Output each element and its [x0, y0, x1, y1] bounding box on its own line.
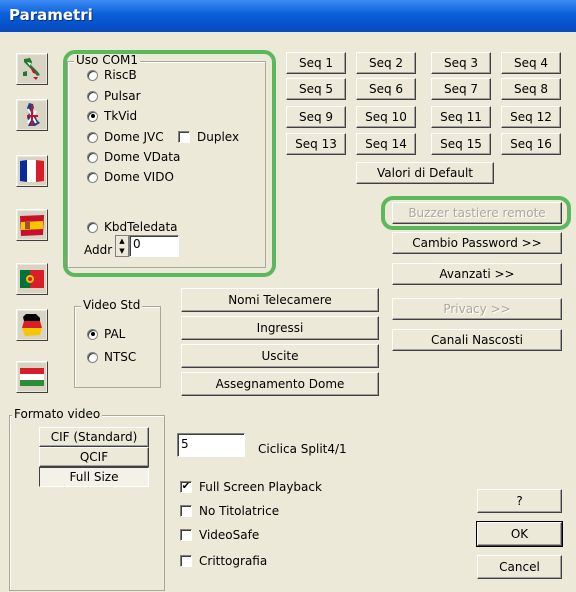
- addr-spinner[interactable]: ▲ ▼: [115, 235, 129, 257]
- option-label: KbdTeledata: [104, 220, 178, 234]
- privacy-button[interactable]: Privacy >>: [392, 298, 562, 320]
- seq-13-button[interactable]: Seq 13: [286, 133, 346, 155]
- seq-15-button[interactable]: Seq 15: [431, 133, 491, 155]
- format-cif-button[interactable]: CIF (Standard): [39, 427, 149, 447]
- formato-video-label: Formato video: [12, 407, 103, 421]
- default-values-button[interactable]: Valori di Default: [356, 162, 494, 184]
- checkbox-icon[interactable]: [178, 131, 190, 143]
- seq-9-button[interactable]: Seq 9: [286, 106, 346, 128]
- checkbox-label: Crittografia: [199, 554, 268, 568]
- format-qcif-button[interactable]: QCIF: [39, 447, 149, 467]
- ok-button[interactable]: OK: [476, 521, 563, 547]
- seq-5-button[interactable]: Seq 5: [286, 78, 346, 100]
- seq-14-button[interactable]: Seq 14: [356, 133, 416, 155]
- spin-down-icon[interactable]: ▼: [116, 246, 128, 256]
- com1-option-pulsar[interactable]: Pulsar: [87, 89, 141, 103]
- format-full-size-button[interactable]: Full Size: [39, 467, 149, 487]
- radio-checked-icon[interactable]: [87, 328, 98, 340]
- seq-8-button[interactable]: Seq 8: [501, 78, 561, 100]
- checkbox-icon[interactable]: [180, 529, 192, 541]
- seq-7-button[interactable]: Seq 7: [431, 78, 491, 100]
- spain-flag-icon[interactable]: [16, 209, 48, 241]
- duplex-label: Duplex: [197, 130, 240, 144]
- checkbox-icon[interactable]: [180, 555, 192, 567]
- split-input[interactable]: 5: [177, 433, 245, 457]
- com1-option-dome-vdata[interactable]: Dome VData: [87, 150, 180, 164]
- videosafe-checkbox[interactable]: VideoSafe: [180, 528, 259, 542]
- seq-2-button[interactable]: Seq 2: [356, 52, 416, 74]
- option-label: Pulsar: [104, 89, 141, 103]
- checkbox-label: No Titolatrice: [199, 504, 280, 518]
- help-button[interactable]: ?: [477, 489, 562, 513]
- italy-flag-icon[interactable]: [16, 53, 48, 85]
- split-label: Ciclica Split4/1: [258, 442, 347, 456]
- portugal-flag-icon[interactable]: [16, 263, 48, 295]
- radio-checked-icon[interactable]: [87, 110, 98, 122]
- buzzer-button[interactable]: Buzzer tastiere remote: [392, 202, 562, 224]
- france-flag-icon[interactable]: [16, 155, 48, 187]
- com1-group-label: Uso COM1: [74, 53, 141, 67]
- video-std-ntsc[interactable]: NTSC: [87, 350, 136, 364]
- addr-label: Addr: [84, 243, 113, 257]
- seq-16-button[interactable]: Seq 16: [501, 133, 561, 155]
- seq-10-button[interactable]: Seq 10: [356, 106, 416, 128]
- radio-icon[interactable]: [87, 351, 98, 363]
- crittografia-checkbox[interactable]: Crittografia: [180, 554, 267, 568]
- cancel-button[interactable]: Cancel: [477, 555, 562, 579]
- camera-names-button[interactable]: Nomi Telecamere: [181, 288, 379, 312]
- duplex-checkbox[interactable]: Duplex: [178, 130, 239, 144]
- seq-4-button[interactable]: Seq 4: [501, 52, 561, 74]
- com1-option-dome-jvc[interactable]: Dome JVC: [87, 130, 164, 144]
- advanced-button[interactable]: Avanzati >>: [392, 263, 562, 285]
- uk-flag-icon[interactable]: [16, 99, 48, 131]
- option-label: PAL: [104, 327, 126, 341]
- option-label: Dome JVC: [104, 130, 164, 144]
- com1-option-dome-vido[interactable]: Dome VIDO: [87, 170, 174, 184]
- radio-icon[interactable]: [87, 151, 98, 163]
- spin-up-icon[interactable]: ▲: [116, 236, 128, 246]
- radio-icon[interactable]: [87, 221, 98, 233]
- parametri-dialog: Parametri Uso COM1 RiscB Pulsar TkVid Do…: [0, 0, 576, 592]
- radio-icon[interactable]: [87, 171, 98, 183]
- change-password-button[interactable]: Cambio Password >>: [392, 232, 562, 254]
- seq-6-button[interactable]: Seq 6: [356, 78, 416, 100]
- option-label: Dome VIDO: [104, 170, 174, 184]
- option-label: Dome VData: [104, 150, 181, 164]
- full-screen-playback-checkbox[interactable]: ✔ Full Screen Playback: [180, 480, 322, 494]
- germany-flag-icon[interactable]: [16, 309, 48, 341]
- window-title: Parametri: [9, 6, 93, 24]
- hungary-flag-icon[interactable]: [16, 361, 48, 393]
- seq-1-button[interactable]: Seq 1: [286, 52, 346, 74]
- outputs-button[interactable]: Uscite: [181, 344, 379, 368]
- radio-icon[interactable]: [87, 131, 98, 143]
- checkbox-icon[interactable]: [180, 505, 192, 517]
- com1-option-riscb[interactable]: RiscB: [87, 68, 137, 82]
- seq-11-button[interactable]: Seq 11: [431, 106, 491, 128]
- option-label: NTSC: [104, 350, 137, 364]
- radio-icon[interactable]: [87, 90, 98, 102]
- title-bar[interactable]: Parametri: [0, 0, 576, 32]
- dialog-client: Uso COM1 RiscB Pulsar TkVid Dome JVC Dup…: [4, 32, 572, 591]
- option-label: TkVid: [104, 109, 138, 123]
- com1-option-kbdteledata[interactable]: KbdTeledata: [87, 220, 178, 234]
- inputs-button[interactable]: Ingressi: [181, 316, 379, 340]
- checkbox-checked-icon[interactable]: ✔: [180, 481, 192, 493]
- video-std-label: Video Std: [81, 298, 143, 312]
- option-label: RiscB: [104, 68, 137, 82]
- video-std-group: Video Std: [74, 298, 161, 388]
- addr-input[interactable]: 0: [129, 235, 179, 257]
- video-std-pal[interactable]: PAL: [87, 327, 125, 341]
- checkbox-label: VideoSafe: [199, 528, 260, 542]
- com1-option-tkvid[interactable]: TkVid: [87, 109, 137, 123]
- radio-icon[interactable]: [87, 69, 98, 81]
- seq-12-button[interactable]: Seq 12: [501, 106, 561, 128]
- no-titolatrice-checkbox[interactable]: No Titolatrice: [180, 504, 279, 518]
- dome-assign-button[interactable]: Assegnamento Dome: [181, 372, 379, 396]
- hidden-channels-button[interactable]: Canali Nascosti: [392, 329, 562, 351]
- seq-3-button[interactable]: Seq 3: [431, 52, 491, 74]
- checkbox-label: Full Screen Playback: [199, 480, 322, 494]
